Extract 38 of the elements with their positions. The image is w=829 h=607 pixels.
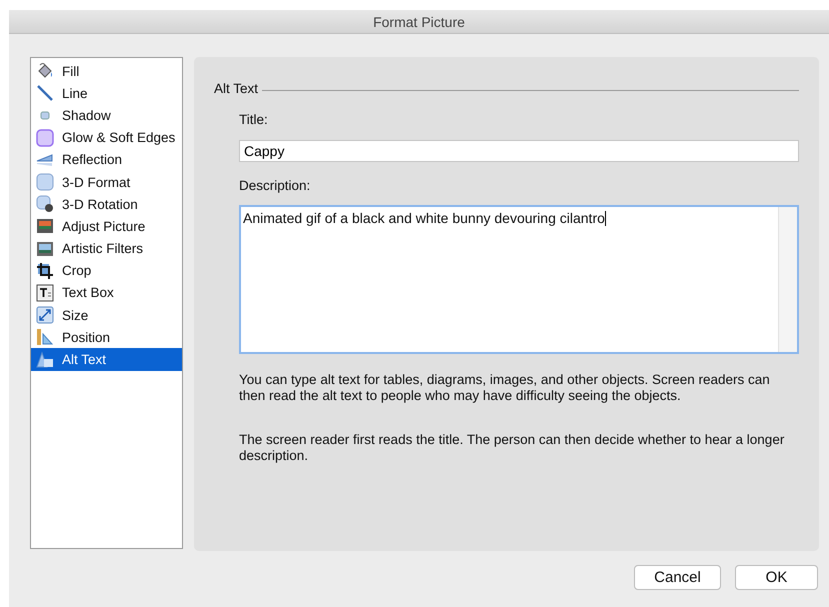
paint-bucket-icon — [36, 62, 54, 80]
text-cursor — [604, 211, 606, 226]
sidebar-item[interactable]: Reflection — [31, 148, 182, 171]
sidebar-item[interactable]: 3-D Format — [31, 170, 182, 194]
resize-icon — [36, 306, 54, 324]
sidebar-item[interactable]: 3-D Rotation — [31, 193, 182, 216]
sidebar-item[interactable]: Text Box — [31, 282, 182, 304]
field-label: Title: — [239, 112, 269, 127]
rotation-icon — [36, 195, 54, 214]
picture-icon — [36, 240, 54, 258]
sidebar-item[interactable]: Crop — [31, 260, 182, 282]
window-title: Format Picture — [373, 14, 465, 30]
sidebar-item[interactable]: Alt Text — [31, 348, 182, 371]
sidebar-item[interactable]: Line — [31, 82, 182, 104]
sidebar-item[interactable]: Fill — [31, 60, 182, 82]
sidebar-item[interactable]: Shadow — [31, 104, 182, 127]
sidebar-item[interactable]: Adjust Picture — [31, 215, 182, 238]
picture-icon — [36, 217, 54, 236]
scroll-bar[interactable] — [778, 207, 797, 352]
help-text: The screen reader first reads the title. The person can then decide whether to hear a longer description. — [239, 432, 786, 464]
description-field[interactable]: Animated gif of a black and white bunny devouring cilantro — [239, 205, 799, 354]
field-label: Description: — [239, 178, 312, 193]
sidebar-item[interactable]: Artistic Filters — [31, 238, 182, 260]
ruler-icon — [36, 328, 54, 346]
crop-icon — [36, 262, 54, 280]
glow-icon — [36, 128, 54, 147]
cancel-button[interactable]: Cancel — [634, 565, 721, 590]
title-field[interactable]: Cappy — [239, 140, 799, 162]
text-box-icon — [36, 284, 54, 302]
alt-text-icon — [36, 350, 54, 369]
line-icon — [36, 84, 54, 102]
ok-button[interactable]: OK — [735, 565, 818, 590]
section-heading: Alt Text — [214, 81, 258, 96]
sidebar-item[interactable]: Size — [31, 304, 182, 326]
sidebar-item[interactable]: Glow & Soft Edges — [31, 126, 182, 149]
help-text: You can type alt text for tables, diagrams, images, and other objects. Screen readers can then read the alt text to people who may have difficulty seeing the objects. — [239, 372, 771, 404]
sidebar-item[interactable]: Position — [31, 326, 182, 348]
cube-icon — [36, 173, 54, 192]
